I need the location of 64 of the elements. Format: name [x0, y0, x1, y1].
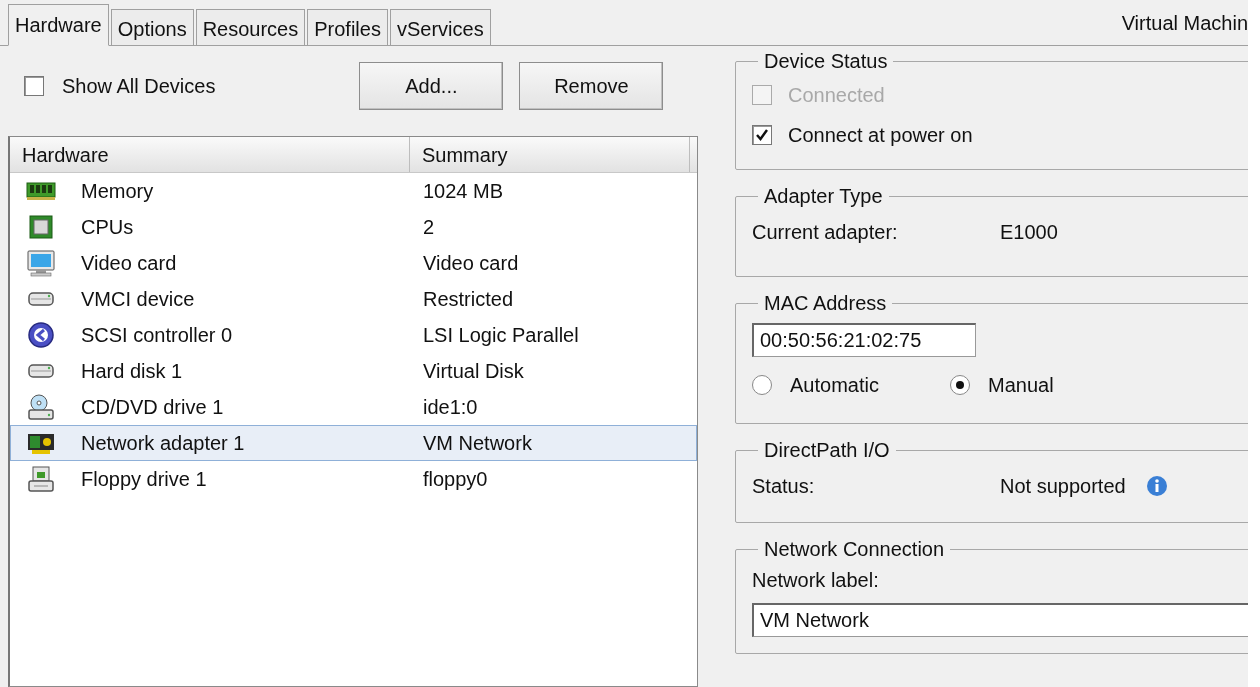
table-cell-text: Video card	[80, 251, 178, 275]
checkbox[interactable]	[24, 76, 44, 96]
disc-drive-icon	[26, 393, 56, 421]
table-cell-text: CD/DVD drive 1	[80, 395, 225, 419]
chip-icon	[26, 213, 56, 241]
column-header[interactable]: Summary	[410, 137, 690, 172]
field-value: E1000	[1000, 220, 1058, 244]
table-cell-text: Video card	[422, 251, 519, 275]
arrow-circle-icon	[26, 321, 56, 349]
table-row[interactable]: Network adapter 1 VM Network	[10, 425, 697, 461]
mac-address-field[interactable]: 00:50:56:21:02:75	[752, 323, 976, 357]
network-label-field[interactable]: VM Network	[752, 603, 1248, 637]
table-row[interactable]: Floppy drive 1 floppy0	[10, 461, 697, 497]
table-cell-text: Floppy drive 1	[80, 467, 208, 491]
table-row[interactable]: CD/DVD drive 1 ide1:0	[10, 389, 697, 425]
table-row[interactable]: VMCI device Restricted	[10, 281, 697, 317]
group-title: DirectPath I/O	[763, 439, 891, 462]
monitor-icon	[26, 249, 56, 277]
table-row[interactable]: Hard disk 1 Virtual Disk	[10, 353, 697, 389]
table-cell-text: Network adapter 1	[80, 431, 246, 455]
tab[interactable]: vServices	[389, 9, 491, 45]
table-cell-text: CPUs	[80, 215, 135, 239]
table-cell-text: Virtual Disk	[422, 359, 524, 383]
table-cell-text: LSI Logic Parallel	[422, 323, 579, 347]
column-header[interactable]: Hardware	[10, 137, 410, 172]
tab[interactable]: Resources	[195, 9, 306, 45]
tab[interactable]: Options	[110, 9, 194, 45]
table-cell-text: SCSI controller 0	[80, 323, 234, 347]
table-cell-text: 1024 MB	[422, 179, 504, 203]
table-row[interactable]: SCSI controller 0 LSI Logic Parallel	[10, 317, 697, 353]
tab[interactable]: Hardware	[8, 4, 109, 46]
tab[interactable]: Profiles	[307, 9, 388, 45]
group-title: Network Connection	[763, 538, 946, 561]
group-title: Device Status	[763, 50, 889, 73]
table-cell-text: Hard disk 1	[80, 359, 184, 383]
table-cell-text: VMCI device	[80, 287, 196, 311]
table-cell-text: floppy0	[422, 467, 488, 491]
table-cell-text: Memory	[80, 179, 155, 203]
checkbox-label: Connect at power on	[788, 123, 973, 147]
radio-button[interactable]	[950, 375, 970, 395]
group-title: MAC Address	[763, 292, 888, 315]
checkbox[interactable]	[752, 125, 772, 145]
checkbox-label: Connected	[788, 83, 885, 107]
add-button[interactable]: Add...	[359, 62, 504, 110]
window-title: Virtual Machin	[1121, 11, 1248, 35]
table-cell-text: Restricted	[422, 287, 514, 311]
group-title: Adapter Type	[763, 185, 884, 208]
field-label: Current adapter:	[752, 220, 899, 244]
table-row[interactable]: Memory 1024 MB	[10, 173, 697, 209]
table-cell-text: ide1:0	[422, 395, 478, 419]
field-label: Status:	[752, 474, 816, 498]
table-cell-text: VM Network	[422, 431, 532, 455]
table-cell-text: 2	[422, 215, 435, 239]
radio-label: Automatic	[790, 373, 880, 397]
radio-label: Manual	[988, 373, 1055, 397]
radio-button[interactable]	[752, 375, 772, 395]
floppy-drive-icon	[26, 465, 56, 493]
table-row[interactable]: CPUs 2	[10, 209, 697, 245]
info-icon	[1145, 475, 1168, 497]
table-row[interactable]: Video card Video card	[10, 245, 697, 281]
checkbox-label: Show All Devices	[62, 74, 216, 98]
field-label: Network label:	[752, 567, 880, 593]
field-value: Not supported	[1000, 474, 1126, 498]
remove-button[interactable]: Remove	[519, 62, 664, 110]
